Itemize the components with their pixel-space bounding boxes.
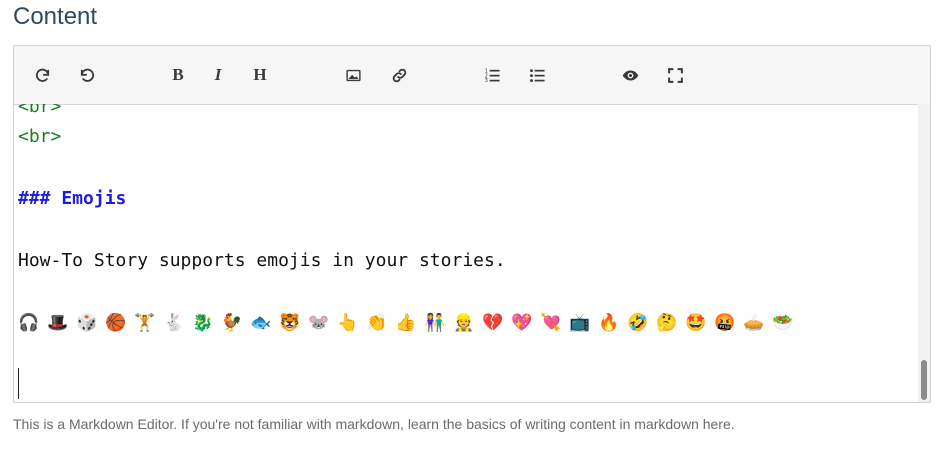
- preview-button[interactable]: [617, 63, 643, 87]
- redo-button[interactable]: [29, 63, 55, 87]
- ordered-list-button[interactable]: 123: [479, 63, 505, 87]
- link-icon: [392, 68, 406, 82]
- text-cursor: [18, 368, 19, 399]
- italic-button[interactable]: I: [205, 63, 231, 87]
- heading-button[interactable]: H: [247, 63, 273, 87]
- unordered-list-icon: [529, 68, 545, 82]
- redo-icon: [35, 68, 49, 82]
- image-icon: [345, 69, 361, 81]
- emoji-19: 📺: [569, 313, 591, 333]
- code-line-br-partial: <br>: [18, 104, 62, 117]
- code-line-br: <br>: [18, 126, 62, 147]
- editor-toolbar: B I H 123: [14, 46, 930, 105]
- image-button[interactable]: [340, 63, 366, 87]
- editor-content[interactable]: <br> <br> ### Emojis How-To Story suppor…: [14, 104, 918, 402]
- markdown-editor[interactable]: B I H 123 <br> <br> ### Emojis How-To St…: [13, 45, 931, 403]
- emoji-24: 🤬: [714, 313, 736, 333]
- emoji-18: 💘: [540, 313, 562, 333]
- undo-button[interactable]: [74, 63, 100, 87]
- emoji-17: 💖: [511, 313, 533, 333]
- emoji-22: 🤔: [656, 313, 678, 333]
- emoji-11: 👆: [337, 313, 359, 333]
- ordered-list-icon: 123: [484, 68, 500, 84]
- eye-icon: [622, 70, 638, 80]
- emoji-6: 🐉: [192, 313, 214, 333]
- emoji-13: 👍: [395, 313, 417, 333]
- emoji-1: 🎩: [47, 313, 69, 333]
- emoji-25: 🥧: [743, 313, 765, 333]
- undo-icon: [80, 68, 94, 82]
- editor-help-text: This is a Markdown Editor. If you're not…: [13, 416, 735, 432]
- code-line-heading: ### Emojis: [18, 188, 127, 209]
- emoji-4: 🏋: [134, 313, 156, 333]
- emoji-16: 💔: [482, 313, 504, 333]
- bold-icon: B: [172, 65, 184, 84]
- emoji-15: 👷: [453, 313, 475, 333]
- bold-button[interactable]: B: [165, 63, 191, 87]
- italic-icon: I: [214, 65, 222, 84]
- link-button[interactable]: [386, 63, 412, 87]
- unordered-list-button[interactable]: [524, 63, 550, 87]
- emoji-0: 🎧: [18, 313, 40, 333]
- emoji-5: 🐇: [163, 313, 185, 333]
- emoji-7: 🐓: [221, 313, 243, 333]
- emoji-3: 🏀: [105, 313, 127, 333]
- emoji-8: 🐟: [250, 313, 272, 333]
- emoji-20: 🔥: [598, 313, 620, 333]
- svg-text:3: 3: [484, 78, 487, 84]
- emoji-line: 🎧 🎩 🎲 🏀 🏋 🐇 🐉 🐓 🐟 🐯 🐭 👆 👏 👍 👫 👷 💔 💖 💘 📺 🔥 🤣 🤔 🤩 🤬 🥧 🥗: [18, 312, 801, 334]
- fullscreen-icon: [667, 67, 683, 83]
- scrollbar-thumb[interactable]: [921, 360, 927, 400]
- emoji-14: 👫: [424, 313, 446, 333]
- emoji-2: 🎲: [76, 313, 98, 333]
- emoji-26: 🥗: [772, 313, 794, 333]
- emoji-21: 🤣: [627, 313, 649, 333]
- fullscreen-button[interactable]: [662, 63, 688, 87]
- emoji-9: 🐯: [279, 313, 301, 333]
- emoji-23: 🤩: [685, 313, 707, 333]
- scrollbar-track[interactable]: [918, 104, 930, 402]
- emoji-12: 👏: [366, 313, 388, 333]
- heading-icon: H: [253, 65, 267, 84]
- section-title: Content: [13, 3, 98, 30]
- code-line-paragraph: How-To Story supports emojis in your sto…: [18, 250, 506, 271]
- emoji-10: 🐭: [308, 313, 330, 333]
